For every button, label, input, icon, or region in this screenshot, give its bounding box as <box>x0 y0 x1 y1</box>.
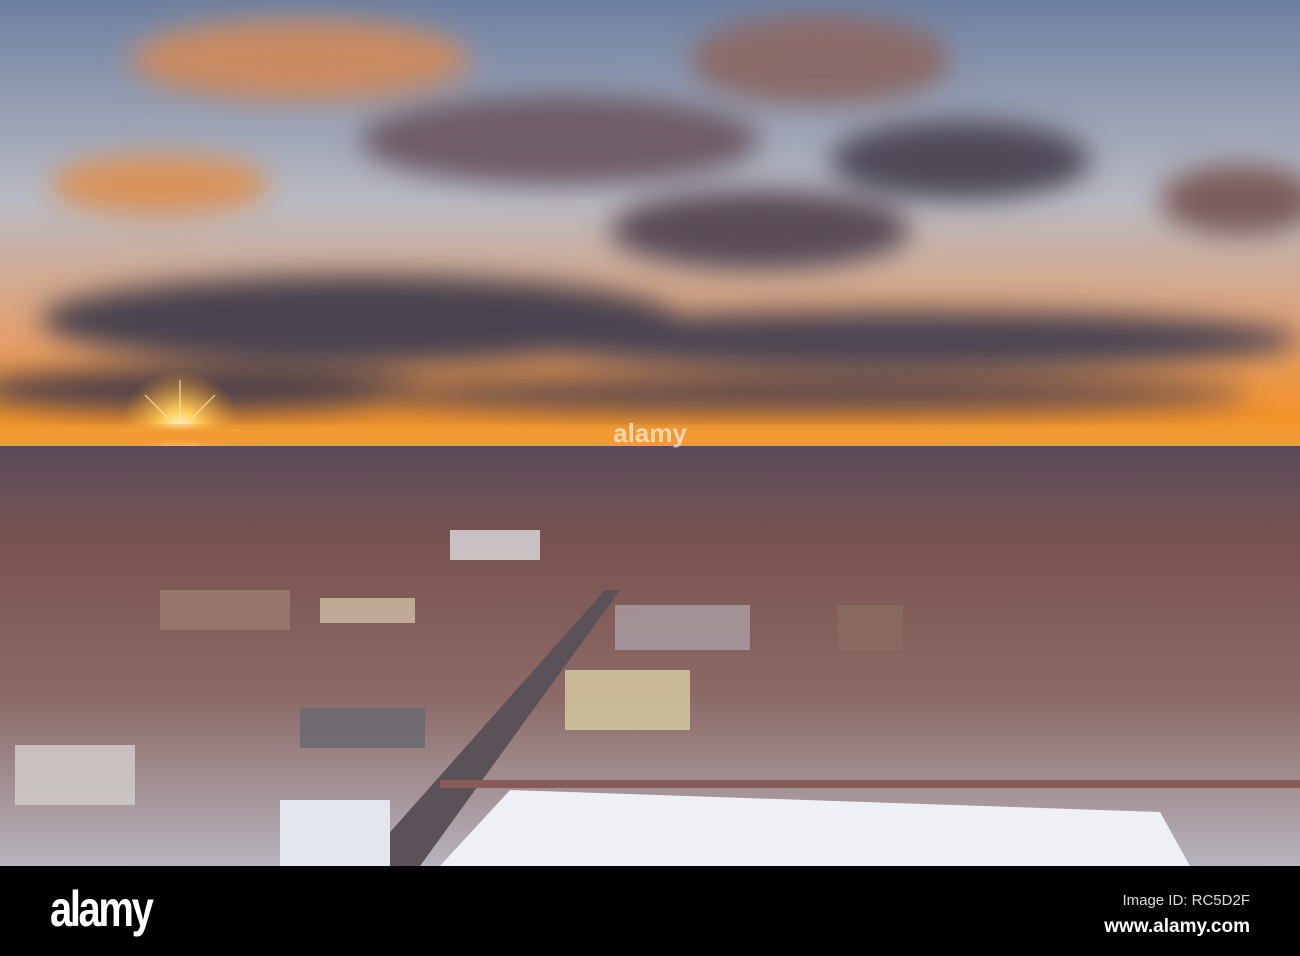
photo-page: alamy alamy Image ID: RC5D2F www.alamy.c… <box>0 0 1300 956</box>
alamy-logo: alamy <box>50 881 154 937</box>
snow-left <box>280 800 390 866</box>
site-url: www.alamy.com <box>1104 916 1250 937</box>
watermark: alamy <box>613 418 687 448</box>
aerial-sunset-town-photo: alamy <box>0 0 1300 866</box>
street <box>440 780 1300 788</box>
image-id: Image ID: RC5D2F <box>1122 892 1250 909</box>
footer-bar: alamy Image ID: RC5D2F www.alamy.com <box>0 866 1300 956</box>
